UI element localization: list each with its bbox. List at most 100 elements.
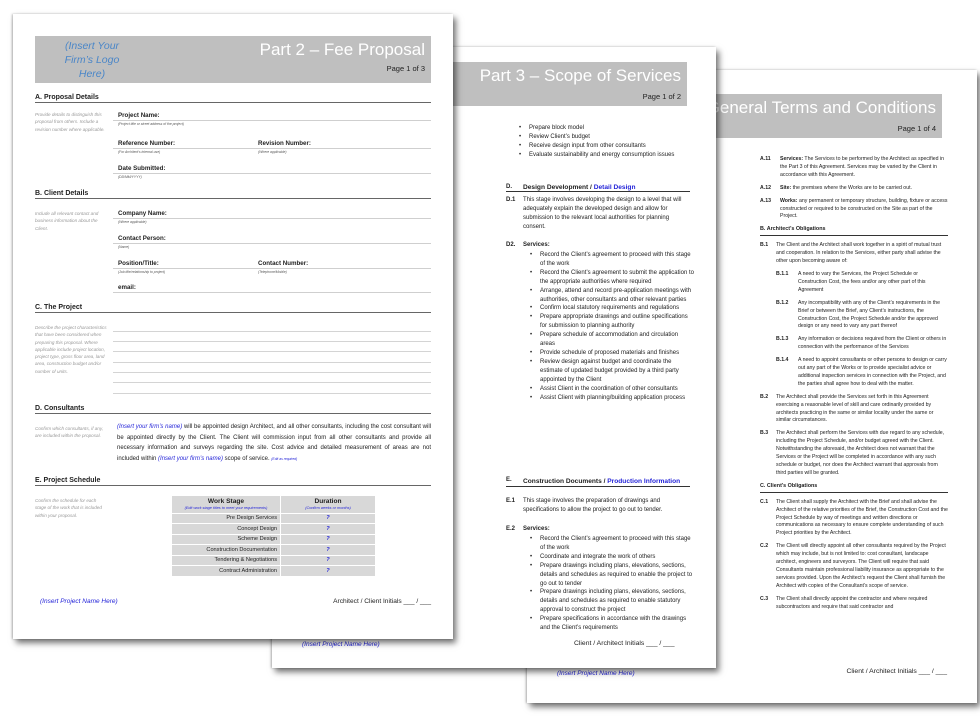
project-name-field[interactable]: Project Name: (Project title or street ad… bbox=[113, 112, 431, 126]
section-heading-construction-documents: Construction Documents / Production Info… bbox=[506, 477, 690, 487]
work-stage-cell[interactable]: Tendering & Negotiations bbox=[172, 555, 280, 565]
date-submitted-field[interactable]: Date Submitted: (DD/MM/YYYY) bbox=[113, 165, 431, 179]
clause-a-12: A.12 Site: the premises where the Works a… bbox=[760, 184, 912, 191]
duration-cell[interactable]: ? bbox=[281, 545, 375, 555]
email-field[interactable]: email: bbox=[113, 284, 431, 293]
table-header-row: Work Stage (Edit work stage titles to mee… bbox=[172, 496, 375, 513]
list-item: Prepare block model bbox=[519, 124, 694, 133]
project-description-line[interactable] bbox=[113, 393, 431, 394]
terms-body: A.11 Services: The Services to be perform… bbox=[760, 156, 948, 617]
logo-placeholder: (Insert Your Firm’s Logo Here) bbox=[64, 40, 120, 80]
reference-number-field[interactable]: Reference Number: (For Architect’s intern… bbox=[113, 140, 253, 154]
document-page-fee-proposal: (Insert Your Firm’s Logo Here) Part 2 – … bbox=[13, 14, 453, 639]
project-description-line[interactable] bbox=[113, 382, 431, 383]
section-guidance-note: Describe the project characteristics tha… bbox=[35, 325, 107, 374]
list-item: Review design against budget and coordin… bbox=[530, 358, 694, 385]
list-item: Prepare specifications in accordance wit… bbox=[530, 615, 694, 633]
section-heading-client-obligations: C. Client’s Obligations bbox=[760, 483, 948, 493]
consultants-paragraph: (Insert your firm’s name) will be appoin… bbox=[117, 424, 432, 462]
duration-cell[interactable]: ? bbox=[281, 566, 375, 576]
list-item: Arrange, attend and record pre-applicati… bbox=[530, 287, 694, 305]
page-number: Page 1 of 3 bbox=[386, 64, 425, 73]
company-name-field[interactable]: Company Name: (Where applicable) bbox=[113, 210, 431, 224]
project-description-line[interactable] bbox=[113, 372, 431, 373]
duration-cell[interactable]: ? bbox=[281, 534, 375, 544]
clause-b2: B.2 The Architect shall provide the Servi… bbox=[760, 393, 934, 424]
top-bullet-list: Prepare block modelReview Client’s budge… bbox=[516, 124, 694, 160]
list-item: Prepare drawings including plans, elevat… bbox=[530, 562, 694, 589]
list-item: Review Client’s budget bbox=[519, 133, 694, 142]
work-stage-cell[interactable]: Pre Design Services bbox=[172, 513, 280, 523]
list-item: Confirm local statutory requirements and… bbox=[530, 304, 694, 313]
project-name-placeholder: (Insert Project Name Here) bbox=[302, 641, 380, 648]
table-row: Pre Design Services? bbox=[172, 513, 375, 523]
clause-number: E.2 bbox=[506, 526, 516, 532]
work-stage-cell[interactable]: Construction Documentation bbox=[172, 545, 280, 555]
list-item: Assist Client in the coordination of oth… bbox=[530, 385, 694, 394]
duration-cell[interactable]: ? bbox=[281, 524, 375, 534]
initials-line: Client / Architect Initials ___ / ___ bbox=[574, 640, 675, 647]
clause-d1-text: This stage involves developing the desig… bbox=[523, 197, 682, 230]
list-item: Record the Client’s agreement to proceed… bbox=[530, 251, 694, 269]
project-description-line[interactable] bbox=[113, 331, 431, 332]
design-development-services-list: Record the Client’s agreement to proceed… bbox=[527, 251, 694, 402]
section-guidance-note: Include all relevant contact and busines… bbox=[35, 211, 99, 231]
section-heading-the-project: C. The Project bbox=[35, 304, 431, 313]
project-description-line[interactable] bbox=[113, 351, 431, 352]
clause-b1: B.1 The Client and the Architect shall wo… bbox=[760, 242, 942, 265]
section-heading-proposal-details: A. Proposal Details bbox=[35, 94, 431, 103]
project-description-line[interactable] bbox=[113, 341, 431, 342]
list-item: Record the Client’s agreement to submit … bbox=[530, 269, 694, 287]
column-header-duration: Duration (Confirm weeks or months) bbox=[281, 496, 375, 513]
section-heading-client-details: B. Client Details bbox=[35, 190, 431, 199]
clause-c-2: C.2 The Client will directly appoint all … bbox=[760, 543, 946, 589]
initials-line: Architect / Client Initials ___ / ___ bbox=[333, 598, 431, 605]
position-title-field[interactable]: Position/Title: (Job title/relationship t… bbox=[113, 260, 253, 274]
construction-documents-services-list: Record the Client’s agreement to proceed… bbox=[527, 535, 694, 633]
list-item: Evaluate sustainability and energy consu… bbox=[519, 151, 694, 160]
list-item: Coordinate and integrate the work of oth… bbox=[530, 553, 694, 562]
page-number: Page 1 of 4 bbox=[897, 124, 936, 133]
clause-b-1-4: B.1.4 A need to appoint consultants or ot… bbox=[776, 357, 947, 387]
project-name-placeholder: (Insert Project Name Here) bbox=[40, 598, 118, 605]
duration-cell[interactable]: ? bbox=[281, 513, 375, 523]
services-label: Services: bbox=[523, 242, 550, 248]
section-guidance-note: Confirm the schedule for each stage of t… bbox=[35, 498, 102, 518]
table-row: Concept Design? bbox=[172, 524, 375, 534]
project-name-placeholder: (Insert Project Name Here) bbox=[557, 670, 635, 677]
table-row: Tendering & Negotiations? bbox=[172, 555, 375, 565]
revision-number-field[interactable]: Revision Number: (Where applicable) bbox=[253, 140, 431, 154]
section-heading-project-schedule: E. Project Schedule bbox=[35, 477, 431, 486]
page-header: (Insert Your Firm’s Logo Here) Part 2 – … bbox=[35, 36, 431, 83]
clause-number: D.1 bbox=[506, 197, 516, 203]
contact-person-field[interactable]: Contact Person: (Name) bbox=[113, 235, 431, 249]
work-stage-cell[interactable]: Contract Administration bbox=[172, 566, 280, 576]
table-row: Scheme Design? bbox=[172, 534, 375, 544]
clause-a-13: A.13 Works: any permanent or temporary st… bbox=[760, 197, 948, 220]
column-header-work-stage: Work Stage (Edit work stage titles to mee… bbox=[172, 496, 280, 513]
contact-number-field[interactable]: Contact Number: (Telephone/Mobile) bbox=[253, 260, 431, 274]
list-item: Record the Client’s agreement to proceed… bbox=[530, 535, 694, 553]
clause-e1-text: This stage involves the preparation of d… bbox=[523, 498, 663, 513]
section-heading-design-development: Design Development / Detail Design bbox=[506, 184, 690, 192]
list-item: Prepare drawings including plans, elevat… bbox=[530, 588, 694, 615]
clause-a-11: A.11 Services: The Services to be perform… bbox=[760, 156, 944, 178]
work-stage-cell[interactable]: Concept Design bbox=[172, 524, 280, 534]
clause-number: D2. bbox=[506, 242, 516, 248]
list-item: Provide schedule of proposed materials a… bbox=[530, 349, 694, 358]
clause-b-1-1: B.1.1 A need to vary the Services, the Pr… bbox=[776, 270, 926, 293]
duration-cell[interactable]: ? bbox=[281, 555, 375, 565]
clause-c-1: C.1 The Client shall supply the Architect… bbox=[760, 498, 948, 537]
page-title: Part 3 – Scope of Services bbox=[479, 66, 681, 85]
section-heading-architect-obligations: B. Architect’s Obligations bbox=[760, 226, 948, 237]
page-title: Part 2 – Fee Proposal bbox=[259, 40, 425, 59]
page-title: – General Terms and Conditions bbox=[692, 98, 937, 117]
clause-b-1-2: B.1.2 Any incompatibility with any of the… bbox=[776, 299, 941, 330]
services-label: Services: bbox=[523, 526, 550, 532]
section-guidance-note: Confirm which consultants, if any, are i… bbox=[35, 426, 104, 439]
clause-number: E.1 bbox=[506, 498, 516, 504]
list-item: Prepare schedule of accommodation and ci… bbox=[530, 331, 694, 349]
project-description-line[interactable] bbox=[113, 362, 431, 363]
work-stage-cell[interactable]: Scheme Design bbox=[172, 534, 280, 544]
project-schedule-table: Work Stage (Edit work stage titles to mee… bbox=[171, 495, 376, 577]
